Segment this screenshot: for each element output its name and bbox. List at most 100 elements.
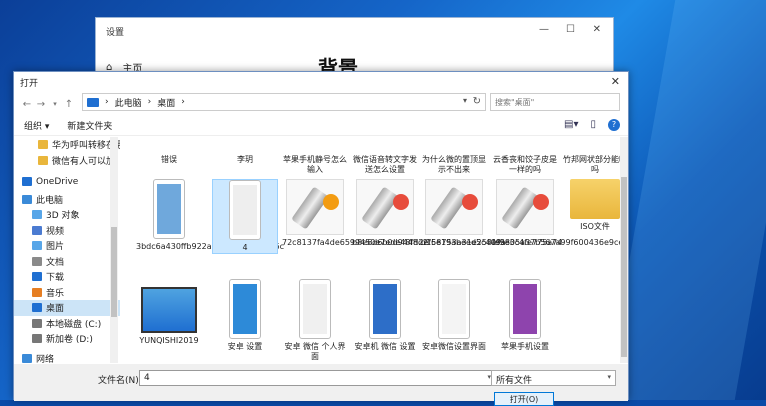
file-item[interactable]: 竹邦网状部分能吃吗 bbox=[562, 155, 620, 175]
organize-button[interactable]: 组织 ▾ bbox=[24, 119, 49, 132]
usb-thumbnail bbox=[286, 179, 344, 235]
filename-value: 4 bbox=[144, 373, 150, 383]
tree-item[interactable]: 此电脑 bbox=[14, 192, 120, 208]
drive-icon bbox=[32, 318, 42, 328]
nav-bar: ← → ▾ ↑ › 此电脑 › 桌面 › ▾ ↻ 搜索"桌面" bbox=[14, 93, 628, 115]
file-item[interactable]: 安卓 设置 bbox=[212, 279, 278, 352]
grid-scroll-thumb[interactable] bbox=[621, 177, 627, 357]
tree-item-label: 3D 对象 bbox=[46, 211, 80, 222]
folder-icon bbox=[38, 155, 48, 165]
refresh-icon[interactable]: ↻ bbox=[473, 96, 481, 107]
file-item[interactable]: fe5805a37b567a99f600436e9cedb0 bbox=[492, 179, 620, 248]
address-dropdown-icon[interactable]: ▾ bbox=[463, 96, 467, 105]
file-item-label: d158753a31e258ef9e3c4fe775a74 bbox=[421, 238, 563, 247]
filetype-select[interactable]: 所有文件 ▾ bbox=[491, 370, 616, 386]
tree-item[interactable]: 文档 bbox=[14, 254, 120, 270]
file-item-label: fe5805a37b567a99f600436e9cedb0 bbox=[492, 238, 620, 247]
tree-item[interactable]: OneDrive bbox=[14, 174, 120, 190]
file-item[interactable]: 安卓机 微信 设置 bbox=[352, 279, 418, 352]
file-item[interactable]: 云香丧和饺子皮是一样的吗 bbox=[492, 155, 558, 175]
file-item[interactable]: 4 bbox=[212, 179, 278, 254]
forward-icon[interactable]: → bbox=[34, 99, 48, 110]
recent-icon[interactable]: ▾ bbox=[48, 100, 62, 108]
file-item[interactable]: ISO文件 bbox=[562, 179, 620, 232]
tree-item[interactable]: 下载 bbox=[14, 269, 120, 285]
file-item[interactable]: 错误 bbox=[136, 155, 202, 165]
view-icon[interactable]: ▤▾ bbox=[564, 119, 578, 131]
filename-input[interactable]: 4 ▾ bbox=[139, 370, 496, 386]
tree-item[interactable]: 桌面 bbox=[14, 300, 120, 316]
tree-item-label: 网络 bbox=[36, 354, 55, 363]
navigation-tree: 华为呼叫转移在哪 微信有人可以加 OneDrive 此电脑 3D 对象视频图片文档 下载音… bbox=[14, 137, 120, 363]
tree-scrollbar[interactable] bbox=[110, 137, 118, 363]
download-icon bbox=[32, 272, 42, 282]
file-item-label: 72c8137fa4de6599450e7ede48fd2e bbox=[282, 238, 429, 247]
breadcrumb-separator: › bbox=[105, 97, 109, 107]
address-bar[interactable]: › 此电脑 › 桌面 › ▾ ↻ bbox=[82, 93, 486, 111]
grid-scrollbar[interactable] bbox=[620, 137, 628, 363]
folder-icon bbox=[38, 140, 48, 150]
maximize-icon[interactable]: ☐ bbox=[566, 24, 575, 35]
tree-scroll-thumb[interactable] bbox=[111, 227, 117, 317]
tree-item-label: 本地磁盘 (C:) bbox=[46, 319, 102, 330]
search-input[interactable]: 搜索"桌面" bbox=[490, 93, 620, 111]
file-item[interactable]: 为什么微的置顶显示不出来 bbox=[421, 155, 487, 175]
close-icon[interactable]: ✕ bbox=[593, 24, 601, 35]
folder-icon bbox=[562, 179, 620, 219]
file-item[interactable]: 72c8137fa4de6599450e7ede48fd2e bbox=[282, 179, 429, 248]
file-item[interactable]: 苹果手机静号怎么输入 bbox=[282, 155, 348, 175]
cube-icon bbox=[32, 210, 42, 220]
image-thumbnail bbox=[229, 180, 261, 240]
tree-item-label: 音乐 bbox=[46, 288, 65, 299]
tree-item[interactable]: 图片 bbox=[14, 238, 120, 254]
breadcrumb-this-pc[interactable]: 此电脑 bbox=[115, 96, 142, 109]
image-thumbnail bbox=[153, 179, 185, 239]
file-item[interactable]: YUNQISHI2019 bbox=[136, 279, 202, 346]
video-icon bbox=[32, 225, 42, 235]
file-item-label: 微信语音转文字发送怎么设置 bbox=[353, 155, 417, 174]
file-item-label: 为什么微的置顶显示不出来 bbox=[422, 155, 486, 174]
breadcrumb-desktop[interactable]: 桌面 bbox=[157, 96, 175, 109]
cloud-icon bbox=[22, 177, 32, 187]
file-item[interactable]: 李玥 bbox=[212, 155, 278, 165]
file-item[interactable]: 安卓 微信 个人界面 bbox=[282, 279, 348, 362]
minimize-icon[interactable]: — bbox=[539, 24, 549, 35]
tree-item-label: 视频 bbox=[46, 226, 65, 237]
help-icon[interactable]: ? bbox=[608, 119, 620, 131]
file-item-label: 4 bbox=[242, 243, 248, 252]
filetype-value: 所有文件 bbox=[496, 376, 533, 386]
file-item[interactable]: 微信语音转文字发送怎么设置 bbox=[352, 155, 418, 175]
desktop-folder-icon bbox=[87, 97, 99, 107]
up-icon[interactable]: ↑ bbox=[62, 99, 76, 110]
dialog-close-icon[interactable]: ✕ bbox=[611, 75, 620, 88]
tree-item[interactable]: 视频 bbox=[14, 223, 120, 239]
tree-item[interactable]: 3D 对象 bbox=[14, 207, 120, 223]
tree-item[interactable]: 网络 bbox=[14, 351, 120, 363]
tree-item-label: 图片 bbox=[46, 242, 65, 253]
filetype-dropdown-icon[interactable]: ▾ bbox=[607, 373, 611, 381]
monitor-thumbnail bbox=[141, 287, 197, 333]
tree-item[interactable]: 新加卷 (D:) bbox=[14, 331, 120, 347]
breadcrumb-separator: › bbox=[181, 97, 185, 107]
drive-icon bbox=[32, 334, 42, 344]
back-icon[interactable]: ← bbox=[20, 99, 34, 110]
file-item-label: 云香丧和饺子皮是一样的吗 bbox=[493, 155, 557, 174]
preview-pane-icon[interactable]: ▯ bbox=[590, 119, 596, 131]
computer-icon bbox=[22, 194, 32, 204]
dialog-title: 打开 bbox=[20, 78, 39, 89]
desktop-icon bbox=[32, 303, 42, 313]
tree-item-label: 文档 bbox=[46, 257, 65, 268]
file-item[interactable]: 3bdc6a430ffb922acf17b2e6e19b46c bbox=[136, 179, 284, 252]
tree-item[interactable]: 微信有人可以加 bbox=[14, 153, 120, 169]
tree-item[interactable]: 本地磁盘 (C:) bbox=[14, 316, 120, 332]
tree-item[interactable]: 音乐 bbox=[14, 285, 120, 301]
file-grid: 错误 李玥 苹果手机静号怎么输入 微信语音转文字发送怎么设置 为什么微的置顶显示不出来云… bbox=[124, 137, 620, 363]
file-item[interactable]: d158753a31e258ef9e3c4fe775a74 bbox=[421, 179, 563, 248]
tree-item[interactable]: 华为呼叫转移在哪 bbox=[14, 137, 120, 153]
file-item[interactable]: b8e6d6b0d9448d2f6e19abeed5c409a bbox=[352, 179, 506, 248]
breadcrumb-separator: › bbox=[147, 97, 152, 107]
new-folder-button[interactable]: 新建文件夹 bbox=[67, 119, 112, 132]
file-item[interactable]: 安卓微信设置界面 bbox=[421, 279, 487, 352]
file-item[interactable]: 苹果手机设置 bbox=[492, 279, 558, 352]
open-button[interactable]: 打开(O) bbox=[494, 392, 554, 406]
